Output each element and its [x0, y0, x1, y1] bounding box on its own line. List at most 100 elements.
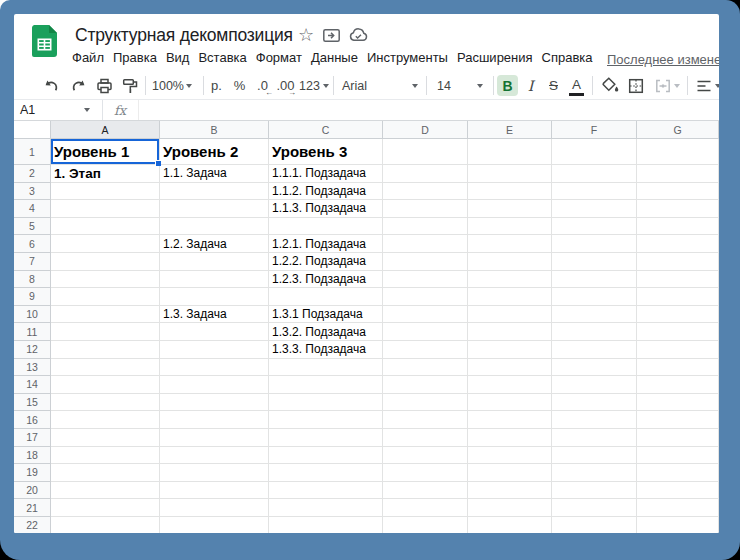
cell-A9[interactable] — [51, 288, 160, 306]
row-header-13[interactable]: 13 — [14, 359, 51, 377]
percent-format-button[interactable]: % — [228, 74, 251, 98]
column-header-E[interactable]: E — [468, 121, 552, 139]
cell-C2[interactable]: 1.1.1. Подзадача — [269, 165, 383, 183]
cell-C10[interactable]: 1.3.1 Подзадача — [269, 306, 383, 324]
cell-C14[interactable] — [269, 376, 383, 394]
print-button[interactable] — [91, 74, 117, 98]
row-header-12[interactable]: 12 — [14, 341, 51, 359]
cell-F1[interactable] — [552, 139, 637, 165]
cell-A13[interactable] — [51, 359, 160, 377]
cell-G10[interactable] — [637, 306, 719, 324]
cell-E15[interactable] — [468, 394, 552, 412]
row-header-9[interactable]: 9 — [14, 288, 51, 306]
cell-A2[interactable]: 1. Этап — [51, 165, 160, 183]
cell-B8[interactable] — [160, 271, 269, 289]
cell-C4[interactable]: 1.1.3. Подзадача — [269, 200, 383, 218]
cell-F4[interactable] — [552, 200, 637, 218]
row-header-3[interactable]: 3 — [14, 183, 51, 201]
cell-A14[interactable] — [51, 376, 160, 394]
cell-C19[interactable] — [269, 464, 383, 482]
cell-D3[interactable] — [383, 183, 468, 201]
cell-G19[interactable] — [637, 464, 719, 482]
cell-A16[interactable] — [51, 411, 160, 429]
row-header-17[interactable]: 17 — [14, 429, 51, 447]
currency-format-button[interactable]: p. — [205, 74, 228, 98]
cell-G3[interactable] — [637, 183, 719, 201]
menu-item-data[interactable]: Данные — [311, 50, 358, 65]
row-header-4[interactable]: 4 — [14, 200, 51, 218]
cell-F15[interactable] — [552, 394, 637, 412]
cell-A11[interactable] — [51, 323, 160, 341]
cell-E14[interactable] — [468, 376, 552, 394]
cell-D17[interactable] — [383, 429, 468, 447]
cell-F7[interactable] — [552, 253, 637, 271]
cell-D16[interactable] — [383, 411, 468, 429]
row-header-15[interactable]: 15 — [14, 394, 51, 412]
column-header-C[interactable]: C — [269, 121, 383, 139]
cell-D5[interactable] — [383, 218, 468, 236]
cell-D22[interactable] — [383, 517, 468, 533]
borders-button[interactable] — [623, 74, 649, 98]
cloud-saved-icon[interactable] — [349, 28, 368, 42]
cell-E19[interactable] — [468, 464, 552, 482]
cell-E9[interactable] — [468, 288, 552, 306]
cell-E18[interactable] — [468, 447, 552, 465]
document-title[interactable]: Структурная декомпозиция — [75, 25, 293, 46]
cell-C6[interactable]: 1.2.1. Подзадача — [269, 235, 383, 253]
cell-F21[interactable] — [552, 499, 637, 517]
column-header-G[interactable]: G — [637, 121, 719, 139]
cell-G2[interactable] — [637, 165, 719, 183]
cell-C7[interactable]: 1.2.2. Подзадача — [269, 253, 383, 271]
cell-D18[interactable] — [383, 447, 468, 465]
cell-C9[interactable] — [269, 288, 383, 306]
cell-F11[interactable] — [552, 323, 637, 341]
cell-D9[interactable] — [383, 288, 468, 306]
cell-G11[interactable] — [637, 323, 719, 341]
cell-E7[interactable] — [468, 253, 552, 271]
cell-B12[interactable] — [160, 341, 269, 359]
cell-B6[interactable]: 1.2. Задача — [160, 235, 269, 253]
cell-C16[interactable] — [269, 411, 383, 429]
cell-C22[interactable] — [269, 517, 383, 533]
fill-color-button[interactable] — [597, 74, 623, 98]
cell-D14[interactable] — [383, 376, 468, 394]
cell-F18[interactable] — [552, 447, 637, 465]
cell-A4[interactable] — [51, 200, 160, 218]
cell-B4[interactable] — [160, 200, 269, 218]
cell-G5[interactable] — [637, 218, 719, 236]
italic-button[interactable]: I — [519, 74, 542, 98]
cell-A21[interactable] — [51, 499, 160, 517]
name-box[interactable]: A1 — [14, 103, 84, 117]
menu-item-format[interactable]: Формат — [256, 50, 302, 65]
cell-B7[interactable] — [160, 253, 269, 271]
cell-E21[interactable] — [468, 499, 552, 517]
cell-B17[interactable] — [160, 429, 269, 447]
cell-B3[interactable] — [160, 183, 269, 201]
cell-A15[interactable] — [51, 394, 160, 412]
row-header-6[interactable]: 6 — [14, 235, 51, 253]
row-header-19[interactable]: 19 — [14, 464, 51, 482]
cell-A12[interactable] — [51, 341, 160, 359]
cell-G22[interactable] — [637, 517, 719, 533]
zoom-select[interactable]: 100% — [148, 74, 196, 98]
row-header-8[interactable]: 8 — [14, 271, 51, 289]
cell-D2[interactable] — [383, 165, 468, 183]
cell-A8[interactable] — [51, 271, 160, 289]
cell-C21[interactable] — [269, 499, 383, 517]
cell-E16[interactable] — [468, 411, 552, 429]
cell-E13[interactable] — [468, 359, 552, 377]
cell-D7[interactable] — [383, 253, 468, 271]
bold-button[interactable]: B — [497, 75, 518, 96]
row-header-18[interactable]: 18 — [14, 447, 51, 465]
cell-F16[interactable] — [552, 411, 637, 429]
cell-F10[interactable] — [552, 306, 637, 324]
increase-decimal-button[interactable]: .00→ — [274, 74, 297, 98]
cell-G13[interactable] — [637, 359, 719, 377]
cell-E10[interactable] — [468, 306, 552, 324]
cell-B2[interactable]: 1.1. Задача — [160, 165, 269, 183]
row-header-14[interactable]: 14 — [14, 376, 51, 394]
cell-D13[interactable] — [383, 359, 468, 377]
column-header-D[interactable]: D — [383, 121, 468, 139]
cell-F6[interactable] — [552, 235, 637, 253]
cell-D4[interactable] — [383, 200, 468, 218]
